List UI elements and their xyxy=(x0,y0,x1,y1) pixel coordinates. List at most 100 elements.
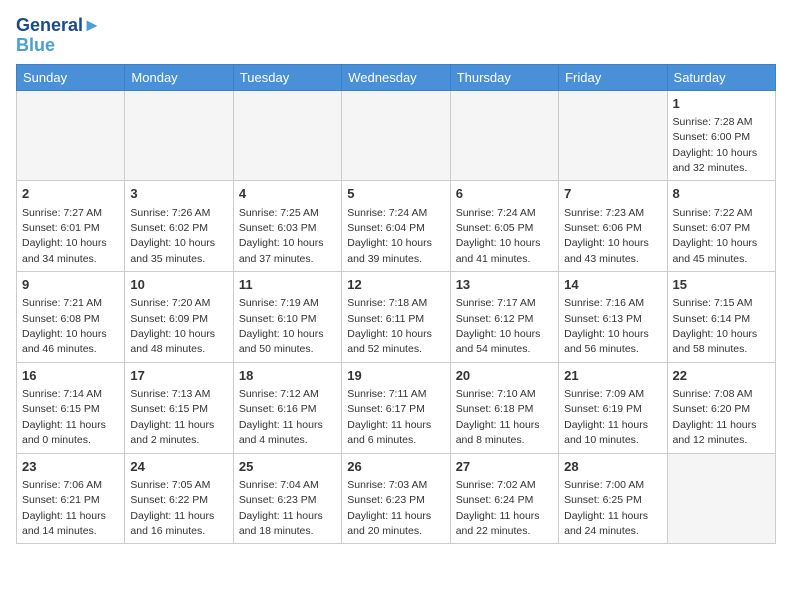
col-header-tuesday: Tuesday xyxy=(233,64,341,90)
day-info: Sunrise: 7:05 AMSunset: 6:22 PMDaylight:… xyxy=(130,479,214,537)
calendar-cell: 23 Sunrise: 7:06 AMSunset: 6:21 PMDaylig… xyxy=(17,453,125,544)
col-header-wednesday: Wednesday xyxy=(342,64,450,90)
day-info: Sunrise: 7:10 AMSunset: 6:18 PMDaylight:… xyxy=(456,388,540,446)
day-info: Sunrise: 7:16 AMSunset: 6:13 PMDaylight:… xyxy=(564,297,649,355)
col-header-thursday: Thursday xyxy=(450,64,558,90)
day-info: Sunrise: 7:21 AMSunset: 6:08 PMDaylight:… xyxy=(22,297,107,355)
day-number: 5 xyxy=(347,185,444,203)
day-number: 22 xyxy=(673,367,770,385)
day-number: 25 xyxy=(239,458,336,476)
calendar-cell xyxy=(559,90,667,181)
col-header-friday: Friday xyxy=(559,64,667,90)
calendar-cell: 6 Sunrise: 7:24 AMSunset: 6:05 PMDayligh… xyxy=(450,181,558,272)
calendar-cell: 25 Sunrise: 7:04 AMSunset: 6:23 PMDaylig… xyxy=(233,453,341,544)
day-number: 10 xyxy=(130,276,227,294)
day-info: Sunrise: 7:04 AMSunset: 6:23 PMDaylight:… xyxy=(239,479,323,537)
page-header: General► Blue xyxy=(16,16,776,56)
day-info: Sunrise: 7:06 AMSunset: 6:21 PMDaylight:… xyxy=(22,479,106,537)
day-info: Sunrise: 7:24 AMSunset: 6:04 PMDaylight:… xyxy=(347,207,432,265)
calendar-cell: 15 Sunrise: 7:15 AMSunset: 6:14 PMDaylig… xyxy=(667,272,775,363)
calendar-cell: 7 Sunrise: 7:23 AMSunset: 6:06 PMDayligh… xyxy=(559,181,667,272)
day-info: Sunrise: 7:23 AMSunset: 6:06 PMDaylight:… xyxy=(564,207,649,265)
day-number: 4 xyxy=(239,185,336,203)
calendar-week-row: 1 Sunrise: 7:28 AMSunset: 6:00 PMDayligh… xyxy=(17,90,776,181)
calendar-cell: 2 Sunrise: 7:27 AMSunset: 6:01 PMDayligh… xyxy=(17,181,125,272)
calendar-cell: 3 Sunrise: 7:26 AMSunset: 6:02 PMDayligh… xyxy=(125,181,233,272)
calendar-cell: 8 Sunrise: 7:22 AMSunset: 6:07 PMDayligh… xyxy=(667,181,775,272)
day-info: Sunrise: 7:27 AMSunset: 6:01 PMDaylight:… xyxy=(22,207,107,265)
day-number: 1 xyxy=(673,95,770,113)
day-info: Sunrise: 7:12 AMSunset: 6:16 PMDaylight:… xyxy=(239,388,323,446)
calendar-week-row: 23 Sunrise: 7:06 AMSunset: 6:21 PMDaylig… xyxy=(17,453,776,544)
calendar-cell: 27 Sunrise: 7:02 AMSunset: 6:24 PMDaylig… xyxy=(450,453,558,544)
day-info: Sunrise: 7:00 AMSunset: 6:25 PMDaylight:… xyxy=(564,479,648,537)
calendar-cell: 24 Sunrise: 7:05 AMSunset: 6:22 PMDaylig… xyxy=(125,453,233,544)
calendar-cell: 4 Sunrise: 7:25 AMSunset: 6:03 PMDayligh… xyxy=(233,181,341,272)
day-info: Sunrise: 7:09 AMSunset: 6:19 PMDaylight:… xyxy=(564,388,648,446)
calendar-cell: 1 Sunrise: 7:28 AMSunset: 6:00 PMDayligh… xyxy=(667,90,775,181)
day-number: 8 xyxy=(673,185,770,203)
calendar-week-row: 16 Sunrise: 7:14 AMSunset: 6:15 PMDaylig… xyxy=(17,362,776,453)
day-info: Sunrise: 7:28 AMSunset: 6:00 PMDaylight:… xyxy=(673,116,758,174)
calendar-cell: 20 Sunrise: 7:10 AMSunset: 6:18 PMDaylig… xyxy=(450,362,558,453)
calendar-cell: 22 Sunrise: 7:08 AMSunset: 6:20 PMDaylig… xyxy=(667,362,775,453)
logo-text: General► Blue xyxy=(16,16,101,56)
day-number: 18 xyxy=(239,367,336,385)
calendar-cell: 28 Sunrise: 7:00 AMSunset: 6:25 PMDaylig… xyxy=(559,453,667,544)
col-header-monday: Monday xyxy=(125,64,233,90)
day-info: Sunrise: 7:20 AMSunset: 6:09 PMDaylight:… xyxy=(130,297,215,355)
calendar-cell: 19 Sunrise: 7:11 AMSunset: 6:17 PMDaylig… xyxy=(342,362,450,453)
day-number: 20 xyxy=(456,367,553,385)
day-number: 9 xyxy=(22,276,119,294)
day-info: Sunrise: 7:08 AMSunset: 6:20 PMDaylight:… xyxy=(673,388,757,446)
day-info: Sunrise: 7:11 AMSunset: 6:17 PMDaylight:… xyxy=(347,388,431,446)
calendar-cell xyxy=(450,90,558,181)
day-number: 13 xyxy=(456,276,553,294)
col-header-saturday: Saturday xyxy=(667,64,775,90)
calendar-cell: 10 Sunrise: 7:20 AMSunset: 6:09 PMDaylig… xyxy=(125,272,233,363)
day-number: 28 xyxy=(564,458,661,476)
calendar-cell: 21 Sunrise: 7:09 AMSunset: 6:19 PMDaylig… xyxy=(559,362,667,453)
day-info: Sunrise: 7:18 AMSunset: 6:11 PMDaylight:… xyxy=(347,297,432,355)
day-number: 23 xyxy=(22,458,119,476)
day-info: Sunrise: 7:26 AMSunset: 6:02 PMDaylight:… xyxy=(130,207,215,265)
day-number: 27 xyxy=(456,458,553,476)
calendar-cell: 26 Sunrise: 7:03 AMSunset: 6:23 PMDaylig… xyxy=(342,453,450,544)
day-info: Sunrise: 7:03 AMSunset: 6:23 PMDaylight:… xyxy=(347,479,431,537)
col-header-sunday: Sunday xyxy=(17,64,125,90)
day-number: 16 xyxy=(22,367,119,385)
calendar-week-row: 2 Sunrise: 7:27 AMSunset: 6:01 PMDayligh… xyxy=(17,181,776,272)
day-number: 7 xyxy=(564,185,661,203)
day-number: 14 xyxy=(564,276,661,294)
day-number: 26 xyxy=(347,458,444,476)
day-number: 24 xyxy=(130,458,227,476)
day-number: 2 xyxy=(22,185,119,203)
day-info: Sunrise: 7:25 AMSunset: 6:03 PMDaylight:… xyxy=(239,207,324,265)
day-info: Sunrise: 7:02 AMSunset: 6:24 PMDaylight:… xyxy=(456,479,540,537)
calendar-cell: 12 Sunrise: 7:18 AMSunset: 6:11 PMDaylig… xyxy=(342,272,450,363)
calendar-cell: 13 Sunrise: 7:17 AMSunset: 6:12 PMDaylig… xyxy=(450,272,558,363)
day-info: Sunrise: 7:15 AMSunset: 6:14 PMDaylight:… xyxy=(673,297,758,355)
calendar-cell: 11 Sunrise: 7:19 AMSunset: 6:10 PMDaylig… xyxy=(233,272,341,363)
calendar-cell xyxy=(342,90,450,181)
day-number: 17 xyxy=(130,367,227,385)
day-number: 6 xyxy=(456,185,553,203)
calendar-cell: 16 Sunrise: 7:14 AMSunset: 6:15 PMDaylig… xyxy=(17,362,125,453)
calendar-cell xyxy=(17,90,125,181)
day-number: 15 xyxy=(673,276,770,294)
calendar-cell: 14 Sunrise: 7:16 AMSunset: 6:13 PMDaylig… xyxy=(559,272,667,363)
calendar-cell: 5 Sunrise: 7:24 AMSunset: 6:04 PMDayligh… xyxy=(342,181,450,272)
day-number: 3 xyxy=(130,185,227,203)
calendar-cell xyxy=(125,90,233,181)
day-number: 11 xyxy=(239,276,336,294)
calendar-cell: 18 Sunrise: 7:12 AMSunset: 6:16 PMDaylig… xyxy=(233,362,341,453)
day-info: Sunrise: 7:22 AMSunset: 6:07 PMDaylight:… xyxy=(673,207,758,265)
day-info: Sunrise: 7:24 AMSunset: 6:05 PMDaylight:… xyxy=(456,207,541,265)
day-info: Sunrise: 7:19 AMSunset: 6:10 PMDaylight:… xyxy=(239,297,324,355)
calendar-cell xyxy=(233,90,341,181)
calendar-cell: 9 Sunrise: 7:21 AMSunset: 6:08 PMDayligh… xyxy=(17,272,125,363)
day-number: 12 xyxy=(347,276,444,294)
day-info: Sunrise: 7:14 AMSunset: 6:15 PMDaylight:… xyxy=(22,388,106,446)
calendar-table: SundayMondayTuesdayWednesdayThursdayFrid… xyxy=(16,64,776,545)
calendar-week-row: 9 Sunrise: 7:21 AMSunset: 6:08 PMDayligh… xyxy=(17,272,776,363)
